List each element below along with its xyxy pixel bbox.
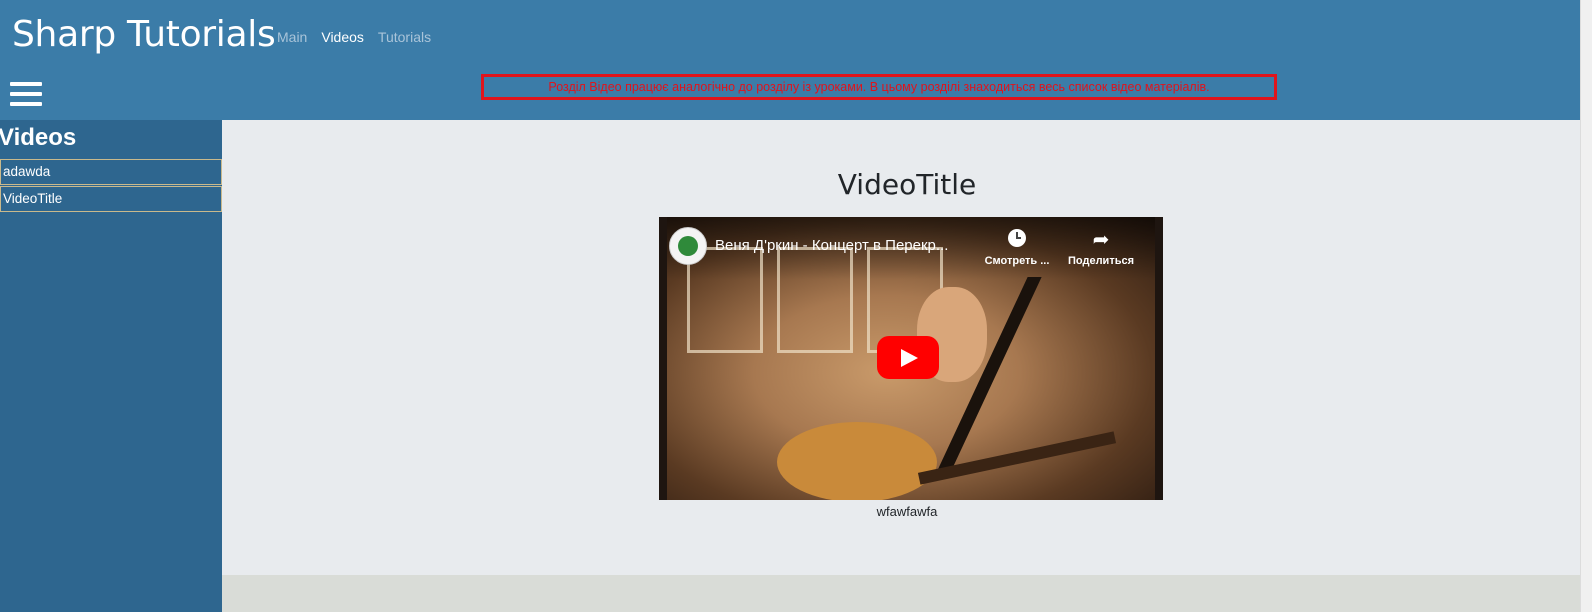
play-icon[interactable] [877,336,939,379]
nav-links: Main Videos Tutorials [277,29,431,45]
watch-later-button[interactable]: Смотреть ... [977,229,1057,267]
channel-avatar[interactable] [669,227,707,265]
top-navbar: Sharp Tutorials Main Videos Tutorials Ро… [0,0,1580,120]
hamburger-bar [10,82,42,86]
section-notice: Розділ Відео працює аналогічно до розділ… [481,74,1277,100]
nav-link-tutorials[interactable]: Tutorials [378,29,431,45]
share-icon: ➦ [1092,229,1110,251]
thumbnail-window [777,247,853,353]
nav-link-main[interactable]: Main [277,29,307,45]
video-player[interactable]: Веня Д'ркин - Концерт в Перекр... Смотре… [659,217,1163,500]
page: Sharp Tutorials Main Videos Tutorials Ро… [0,0,1592,612]
video-caption: wfawfawfa [876,504,938,519]
share-label: Поделиться [1067,255,1135,267]
sidebar-item-videotitle[interactable]: VideoTitle [0,186,222,212]
sidebar: Videos adawda VideoTitle [0,120,222,612]
vertical-scrollbar[interactable] [1580,0,1592,612]
brand-title[interactable]: Sharp Tutorials [12,14,276,55]
nav-link-videos[interactable]: Videos [321,29,364,45]
video-heading: VideoTitle [837,168,977,201]
hamburger-icon[interactable] [10,82,42,110]
hamburger-bar [10,102,42,106]
thumbnail-guitar [777,422,937,500]
watch-later-label: Смотреть ... [984,255,1050,267]
hamburger-bar [10,92,42,96]
player-video-title[interactable]: Веня Д'ркин - Концерт в Перекр... [715,237,948,254]
main-content: VideoTitle Веня Д'ркин - Концерт в Перек… [222,120,1580,575]
footer [222,575,1580,612]
sidebar-item-adawda[interactable]: adawda [0,159,222,185]
sidebar-title: Videos [0,124,77,151]
share-button[interactable]: ➦ Поделиться [1063,229,1139,267]
clock-icon [977,229,1057,251]
thumbnail-window [687,247,763,353]
